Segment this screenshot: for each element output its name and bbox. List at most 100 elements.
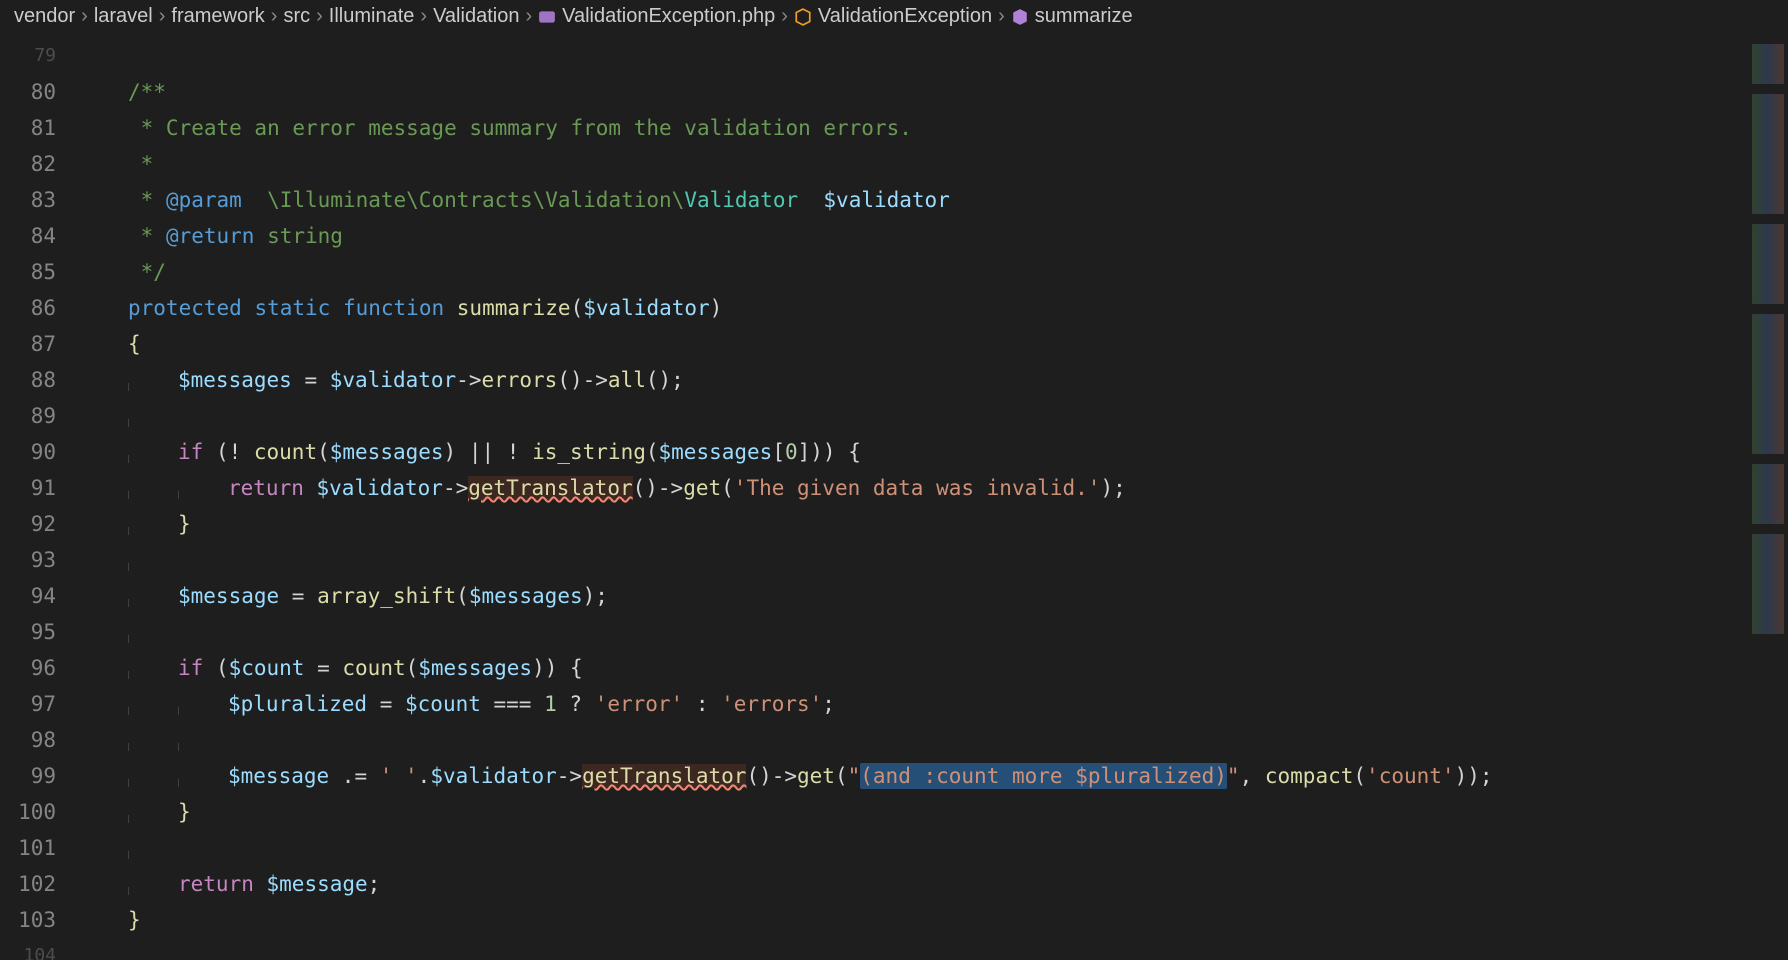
code-line[interactable]: /** <box>78 74 1748 110</box>
code-token: . <box>418 764 431 788</box>
code-line[interactable]: } <box>78 794 1748 830</box>
breadcrumb-item[interactable]: laravel <box>94 5 153 28</box>
code-token: $validator <box>430 764 556 788</box>
code-token: ); <box>1100 476 1125 500</box>
code-token: 'error' <box>595 692 684 716</box>
code-line[interactable]: $messages = $validator->errors()->all(); <box>78 362 1748 398</box>
breadcrumb-separator: › <box>159 5 166 28</box>
code-token: = <box>279 584 317 608</box>
code-line[interactable]: return $validator->getTranslator()->get(… <box>78 470 1748 506</box>
code-line[interactable]: protected static function summarize($val… <box>78 290 1748 326</box>
code-token: $validator <box>823 188 949 212</box>
line-number: 98 <box>0 722 78 758</box>
code-token: ( <box>835 764 848 788</box>
code-line[interactable]: */ <box>78 254 1748 290</box>
code-token: * <box>128 224 166 248</box>
code-token: 'The given data was invalid.' <box>734 476 1101 500</box>
code-line[interactable]: * @param \Illuminate\Contracts\Validatio… <box>78 182 1748 218</box>
code-token: $messages <box>178 368 292 392</box>
line-number: 94 <box>0 578 78 614</box>
code-area[interactable]: /** * Create an error message summary fr… <box>78 34 1748 960</box>
code-token: \Illuminate\Contracts\Validation\ <box>242 188 685 212</box>
code-token: ) <box>710 296 723 320</box>
code-token: if <box>178 656 203 680</box>
code-token: ( <box>456 584 469 608</box>
code-line[interactable]: if (! count($messages) || ! is_string($m… <box>78 434 1748 470</box>
code-line[interactable] <box>78 614 1748 650</box>
breadcrumb-item[interactable]: src <box>283 5 310 28</box>
code-token: if <box>178 440 203 464</box>
code-line[interactable]: $message .= ' '.$validator->getTranslato… <box>78 758 1748 794</box>
code-line[interactable]: $pluralized = $count === 1 ? 'error' : '… <box>78 686 1748 722</box>
code-token: function <box>343 296 444 320</box>
code-token <box>254 872 267 896</box>
code-token: : <box>683 692 721 716</box>
code-token: @param <box>166 188 242 212</box>
editor: vendor›laravel›framework›src›Illuminate›… <box>0 0 1788 960</box>
breadcrumb-separator: › <box>271 5 278 28</box>
line-number-gutter: 7980818283848586878889909192939495969798… <box>0 34 78 960</box>
code-token: ])) { <box>798 440 861 464</box>
code-line[interactable]: * Create an error message summary from t… <box>78 110 1748 146</box>
code-token: } <box>178 512 191 536</box>
line-number: 101 <box>0 830 78 866</box>
line-number: 99 <box>0 758 78 794</box>
breadcrumb-item[interactable]: summarize <box>1011 5 1133 28</box>
code-token: (! <box>203 440 254 464</box>
code-token: -> <box>456 368 481 392</box>
code-line[interactable]: { <box>78 326 1748 362</box>
line-number: 80 <box>0 74 78 110</box>
code-line[interactable]: * <box>78 146 1748 182</box>
breadcrumb-label: Illuminate <box>329 5 415 28</box>
code-token <box>242 296 255 320</box>
code-line[interactable] <box>78 830 1748 866</box>
code-token: get <box>683 476 721 500</box>
line-number: 96 <box>0 650 78 686</box>
line-number: 95 <box>0 614 78 650</box>
method-icon <box>1011 8 1029 26</box>
code-token: $messages <box>659 440 773 464</box>
code-token: $messages <box>418 656 532 680</box>
code-token: ? <box>557 692 595 716</box>
code-token: count <box>342 656 405 680</box>
breadcrumb-item[interactable]: ValidationException <box>794 5 992 28</box>
breadcrumb-separator: › <box>420 5 427 28</box>
code-token: } <box>128 908 141 932</box>
line-number: 100 <box>0 794 78 830</box>
code-line[interactable]: } <box>78 902 1748 938</box>
breadcrumb-item[interactable]: vendor <box>14 5 75 28</box>
code-line[interactable] <box>78 722 1748 758</box>
line-number: 85 <box>0 254 78 290</box>
breadcrumb-label: ValidationException <box>818 5 992 28</box>
php-file-icon <box>538 8 556 26</box>
code-line[interactable]: return $message; <box>78 866 1748 902</box>
code-line[interactable]: } <box>78 506 1748 542</box>
code-line[interactable]: * @return string <box>78 218 1748 254</box>
code-line[interactable]: $message = array_shift($messages); <box>78 578 1748 614</box>
code-token: $message <box>267 872 368 896</box>
code-token <box>304 476 317 500</box>
breadcrumb[interactable]: vendor›laravel›framework›src›Illuminate›… <box>0 0 1788 34</box>
code-token: ()-> <box>633 476 684 500</box>
code-line[interactable] <box>78 542 1748 578</box>
code-line[interactable] <box>78 398 1748 434</box>
line-number: 84 <box>0 218 78 254</box>
code-token: get <box>797 764 835 788</box>
code-token: ' ' <box>380 764 418 788</box>
code-line[interactable]: if ($count = count($messages)) { <box>78 650 1748 686</box>
line-number: 103 <box>0 902 78 938</box>
code-token: * <box>128 188 166 212</box>
breadcrumb-item[interactable]: Validation <box>433 5 519 28</box>
line-number: 90 <box>0 434 78 470</box>
code-token: 1 <box>544 692 557 716</box>
code-token: summarize <box>457 296 571 320</box>
breadcrumb-separator: › <box>81 5 88 28</box>
editor-body: 7980818283848586878889909192939495969798… <box>0 34 1788 960</box>
code-token: = <box>367 692 405 716</box>
code-token: errors <box>481 368 557 392</box>
code-token: } <box>178 800 191 824</box>
breadcrumb-item[interactable]: framework <box>171 5 264 28</box>
minimap[interactable] <box>1748 34 1788 960</box>
breadcrumb-item[interactable]: ValidationException.php <box>538 5 775 28</box>
breadcrumb-item[interactable]: Illuminate <box>329 5 415 28</box>
